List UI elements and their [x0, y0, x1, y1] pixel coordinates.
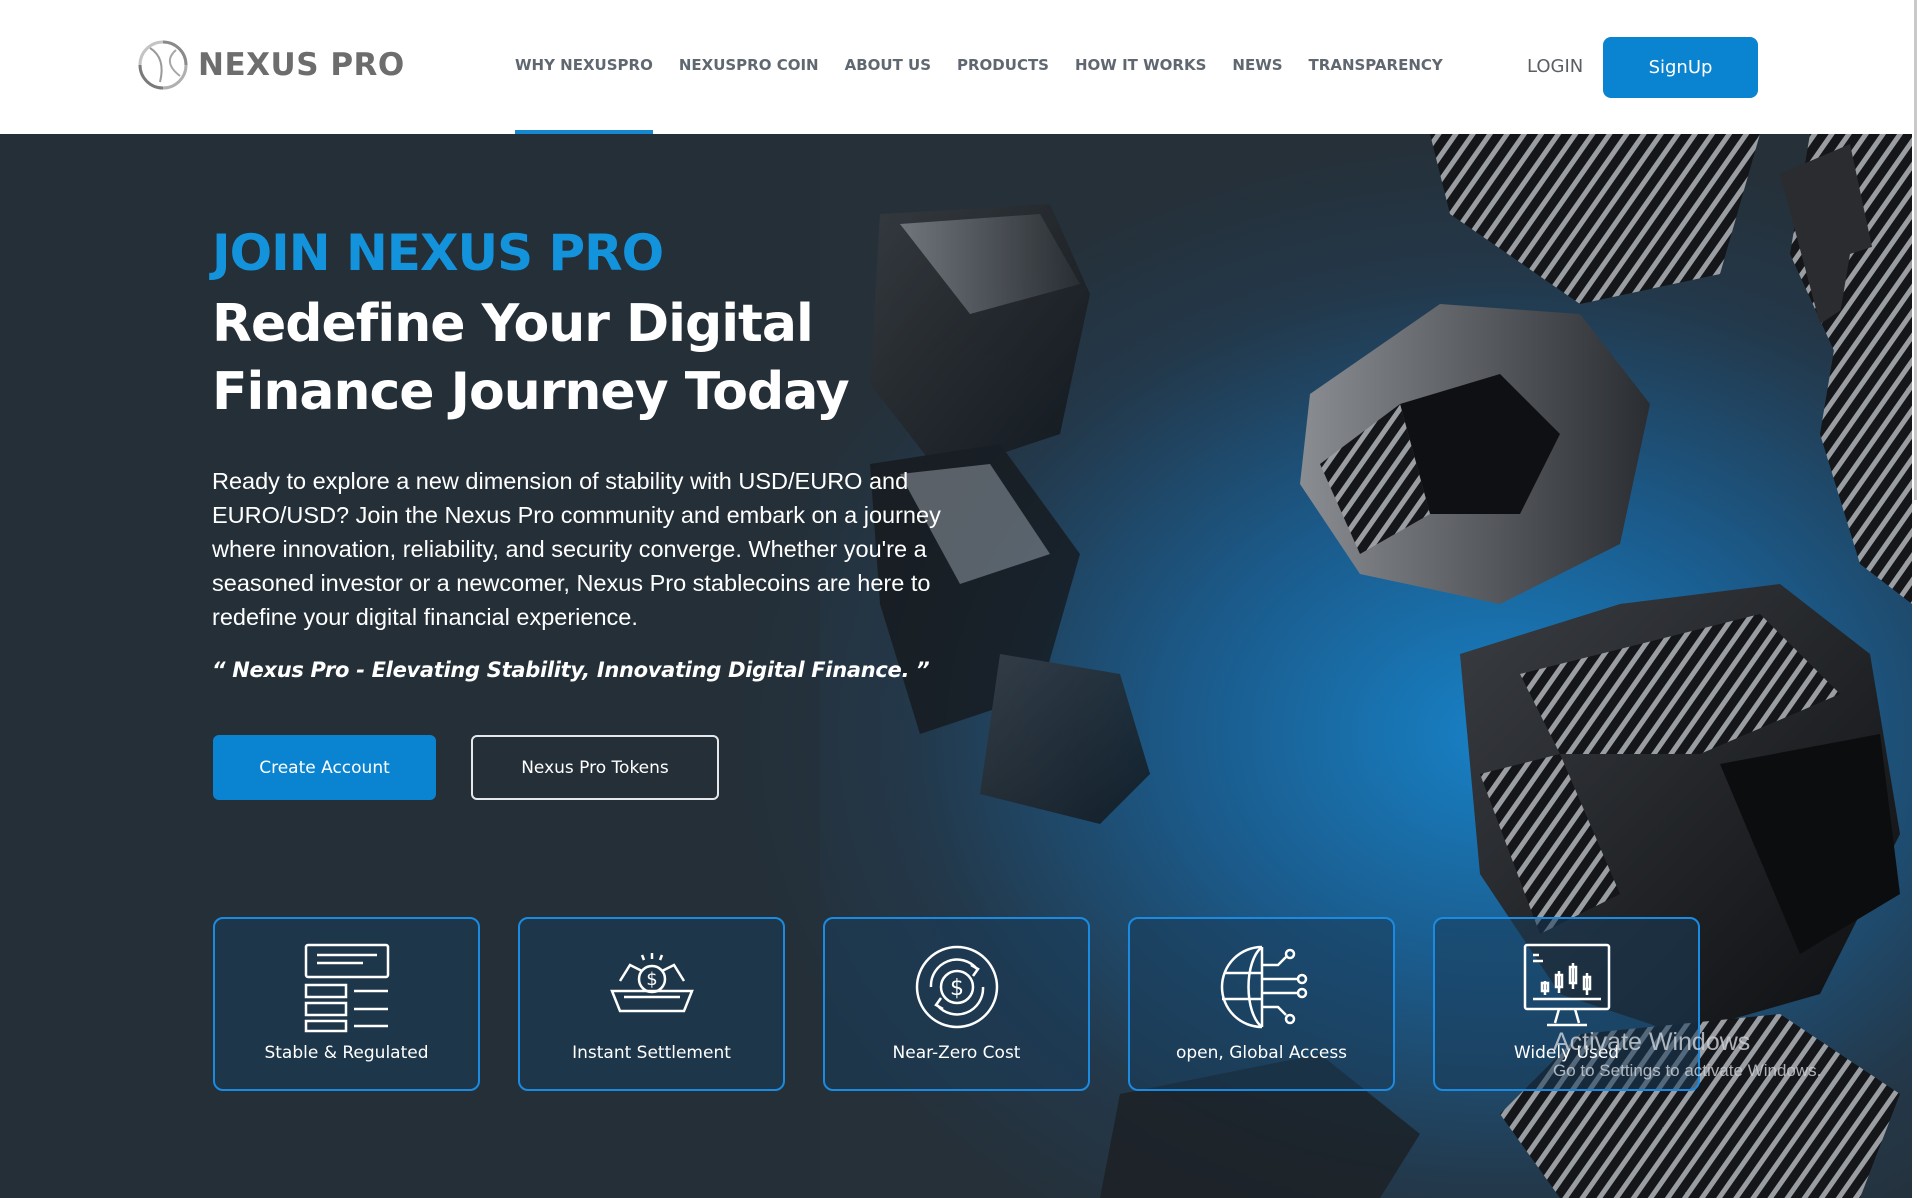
feature-card-stable-regulated[interactable]: Stable & Regulated: [213, 917, 480, 1091]
create-account-button[interactable]: Create Account: [213, 735, 436, 800]
hero-tagline: “ Nexus Pro - Elevating Stability, Innov…: [212, 658, 930, 682]
svg-text:$: $: [950, 976, 964, 1001]
hero-description: Ready to explore a new dimension of stab…: [212, 468, 941, 630]
svg-text:$: $: [646, 969, 657, 990]
nav-about-us[interactable]: ABOUT US: [845, 0, 931, 134]
headline-line-2: Finance Journey Today: [212, 362, 850, 422]
headline-line-1: Redefine Your Digital: [212, 294, 814, 354]
money-box-icon: $: [609, 953, 694, 1013]
feature-card-widely-used[interactable]: Widely Used: [1433, 917, 1700, 1091]
site-header: NEXUS PRO WHY NEXUSPRO NEXUSPRO COIN ABO…: [0, 0, 1912, 134]
page-scrollbar[interactable]: [1912, 0, 1919, 1198]
nav-nexuspro-coin[interactable]: NEXUSPRO COIN: [679, 0, 819, 134]
feature-label: Near-Zero Cost: [892, 1043, 1021, 1063]
feature-card-global-access[interactable]: open, Global Access: [1128, 917, 1395, 1091]
feature-card-near-zero-cost[interactable]: $ Near-Zero Cost: [823, 917, 1090, 1091]
swirl-logo-icon: [138, 40, 188, 90]
nav-news[interactable]: NEWS: [1232, 0, 1282, 134]
nexus-pro-tokens-button[interactable]: Nexus Pro Tokens: [471, 735, 719, 800]
feature-label: Instant Settlement: [572, 1043, 731, 1063]
feature-card-instant-settlement[interactable]: $ Instant Settlement: [518, 917, 785, 1091]
signup-button[interactable]: SignUp: [1603, 37, 1758, 98]
hero-headline: Redefine Your Digital Finance Journey To…: [212, 290, 972, 426]
globe-network-icon: [1220, 945, 1307, 1029]
feature-label: Widely Used: [1513, 1043, 1620, 1063]
nav-why-nexuspro[interactable]: WHY NEXUSPRO: [515, 0, 653, 134]
nav-transparency[interactable]: TRANSPARENCY: [1309, 0, 1443, 134]
hero-section: JOIN NEXUS PRO Redefine Your Digital Fin…: [0, 134, 1912, 1198]
login-link[interactable]: LOGIN: [1527, 56, 1583, 77]
brand-name: NEXUS PRO: [198, 47, 405, 83]
feature-label: open, Global Access: [1175, 1043, 1348, 1063]
nav-products[interactable]: PRODUCTS: [957, 0, 1049, 134]
document-list-icon: [304, 943, 389, 1033]
chart-monitor-icon: [1523, 943, 1610, 1027]
brand-logo[interactable]: NEXUS PRO: [136, 38, 405, 92]
scrollbar-thumb[interactable]: [1914, 0, 1917, 500]
nav-how-it-works[interactable]: HOW IT WORKS: [1075, 0, 1206, 134]
dollar-coin-icon: $: [915, 945, 998, 1029]
feature-label: Stable & Regulated: [264, 1043, 429, 1063]
main-nav: WHY NEXUSPRO NEXUSPRO COIN ABOUT US PROD…: [515, 0, 1469, 134]
hero-eyebrow: JOIN NEXUS PRO: [212, 224, 664, 282]
